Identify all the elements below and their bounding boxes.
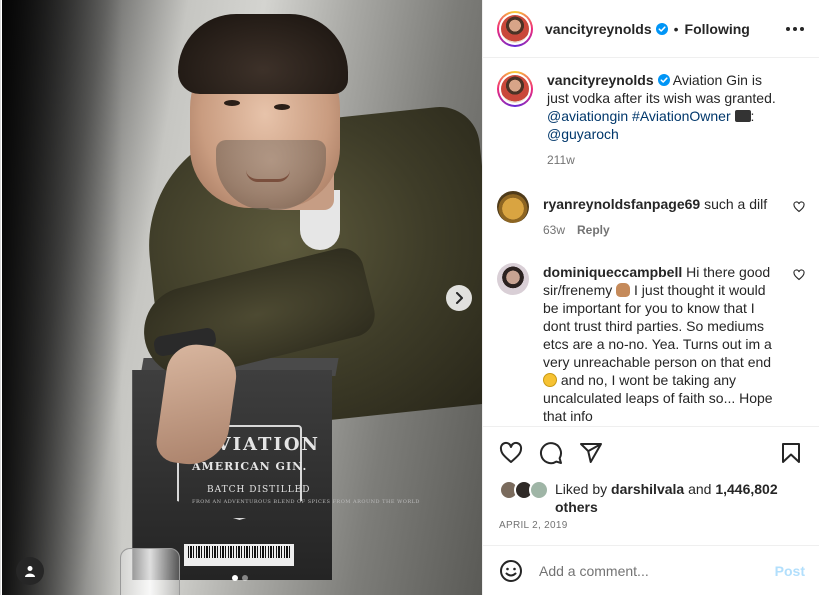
- camera-emoji-icon: [734, 110, 751, 122]
- carousel-dot: [242, 575, 248, 581]
- gin-bottle: [120, 548, 180, 595]
- author-username[interactable]: vancityreynolds: [545, 21, 652, 37]
- header-separator: •: [673, 20, 679, 37]
- comment-bubble-icon[interactable]: [539, 441, 563, 465]
- comment: dominiqueccampbell Hi there good sir/fre…: [497, 263, 805, 425]
- liker-avatar: [529, 480, 549, 500]
- barcode: [184, 544, 294, 566]
- comment-avatar[interactable]: [497, 263, 529, 295]
- comment-body: dominiqueccampbell Hi there good sir/fre…: [543, 263, 775, 425]
- bookmark-icon[interactable]: [779, 441, 803, 465]
- post-date[interactable]: APRIL 2, 2019: [499, 520, 568, 531]
- add-comment-input[interactable]: [539, 562, 775, 579]
- likes-others[interactable]: others: [555, 499, 598, 515]
- carousel-next-button[interactable]: [446, 285, 472, 311]
- comment-avatar-image: [497, 263, 529, 295]
- author-avatar-image: [501, 14, 529, 43]
- post-comment-button[interactable]: Post: [775, 563, 805, 579]
- barcode-bars: [188, 546, 290, 558]
- verified-badge-icon: [655, 22, 668, 35]
- author-info: vancityreynolds • Following: [545, 21, 750, 37]
- caption: vancityreynolds Aviation Gin is just vod…: [497, 71, 805, 169]
- comment-meta: 63w Reply: [543, 221, 775, 239]
- comment-username[interactable]: dominiqueccampbell: [543, 264, 682, 280]
- following-button[interactable]: Following: [685, 21, 750, 37]
- caption-time: 211w: [547, 153, 575, 167]
- gin-brand-subtitle: AMERICAN GIN.: [192, 460, 308, 473]
- comment-text: such a dilf: [704, 196, 768, 212]
- smiley-icon[interactable]: [499, 559, 523, 583]
- liker-username[interactable]: darshilvala: [611, 481, 684, 497]
- reply-button[interactable]: Reply: [577, 221, 610, 239]
- likes-count[interactable]: 1,446,802: [715, 481, 777, 497]
- comment-avatar-image: [497, 191, 529, 223]
- action-bar: [483, 426, 819, 486]
- caption-username[interactable]: vancityreynolds: [547, 72, 654, 88]
- likes-text: Liked by darshilvala and 1,446,802 other…: [555, 480, 809, 516]
- comment-text-end: and no, I wont be taking any uncalculate…: [543, 372, 773, 424]
- chevron-right-icon: [456, 292, 463, 304]
- instagram-post-modal: AVIATION AMERICAN GIN. BATCH DISTILLED F…: [0, 0, 819, 595]
- more-options-icon[interactable]: [786, 26, 804, 31]
- caption-author-avatar-image: [501, 75, 529, 103]
- comment-avatar[interactable]: [497, 191, 529, 223]
- comment: ryanreynoldsfanpage69 such a dilf 63w Re…: [497, 191, 805, 239]
- likes-prefix: Liked by: [555, 481, 608, 497]
- man-eye: [224, 100, 240, 106]
- gin-brand-batch: BATCH DISTILLED: [207, 485, 311, 495]
- likes-and: and: [688, 481, 712, 497]
- verified-badge-icon: [657, 74, 670, 86]
- post-header: vancityreynolds • Following: [483, 0, 819, 58]
- post-photo[interactable]: AVIATION AMERICAN GIN. BATCH DISTILLED F…: [2, 0, 482, 595]
- caption-meta: 211w: [547, 151, 787, 169]
- carousel-dots: [232, 575, 248, 581]
- user-tag-icon: [25, 566, 35, 577]
- comment-like-heart-icon[interactable]: [793, 201, 805, 213]
- waving-hand-emoji-icon: [616, 283, 631, 297]
- gin-brand-blurb: FROM AN ADVENTUROUS BLEND OF SPICES FROM…: [192, 499, 420, 505]
- likers-facepile[interactable]: [499, 480, 551, 500]
- wall-shadow: [2, 0, 122, 595]
- carousel-dot: [232, 575, 238, 581]
- caption-hashtag[interactable]: #AviationOwner: [632, 108, 731, 124]
- comments-section[interactable]: vancityreynolds Aviation Gin is just vod…: [483, 59, 819, 426]
- paper-plane-icon[interactable]: [579, 441, 603, 465]
- man-eye: [274, 104, 290, 110]
- likes-summary: Liked by darshilvala and 1,446,802 other…: [499, 480, 809, 516]
- comment-username[interactable]: ryanreynoldsfanpage69: [543, 196, 700, 212]
- add-comment-bar: Post: [483, 545, 819, 595]
- comment-body: ryanreynoldsfanpage69 such a dilf 63w Re…: [543, 191, 775, 239]
- heart-icon[interactable]: [499, 441, 523, 465]
- caption-mention-guyaroch[interactable]: @guyaroch: [547, 126, 619, 142]
- caption-mention-aviationgin[interactable]: @aviationgin: [547, 108, 628, 124]
- author-avatar[interactable]: [497, 10, 533, 47]
- caption-author-avatar[interactable]: [497, 71, 533, 107]
- man-hair: [178, 14, 348, 94]
- comment-like-heart-icon[interactable]: [793, 269, 805, 281]
- post-side-panel: vancityreynolds • Following vancityreyno…: [482, 0, 819, 595]
- comment-time: 63w: [543, 223, 566, 237]
- tagged-users-button[interactable]: [16, 557, 44, 585]
- caption-camera-suffix: :: [750, 108, 755, 124]
- caption-body: vancityreynolds Aviation Gin is just vod…: [547, 71, 787, 169]
- man-smile: [246, 170, 290, 182]
- grimacing-emoji-icon: [543, 373, 557, 387]
